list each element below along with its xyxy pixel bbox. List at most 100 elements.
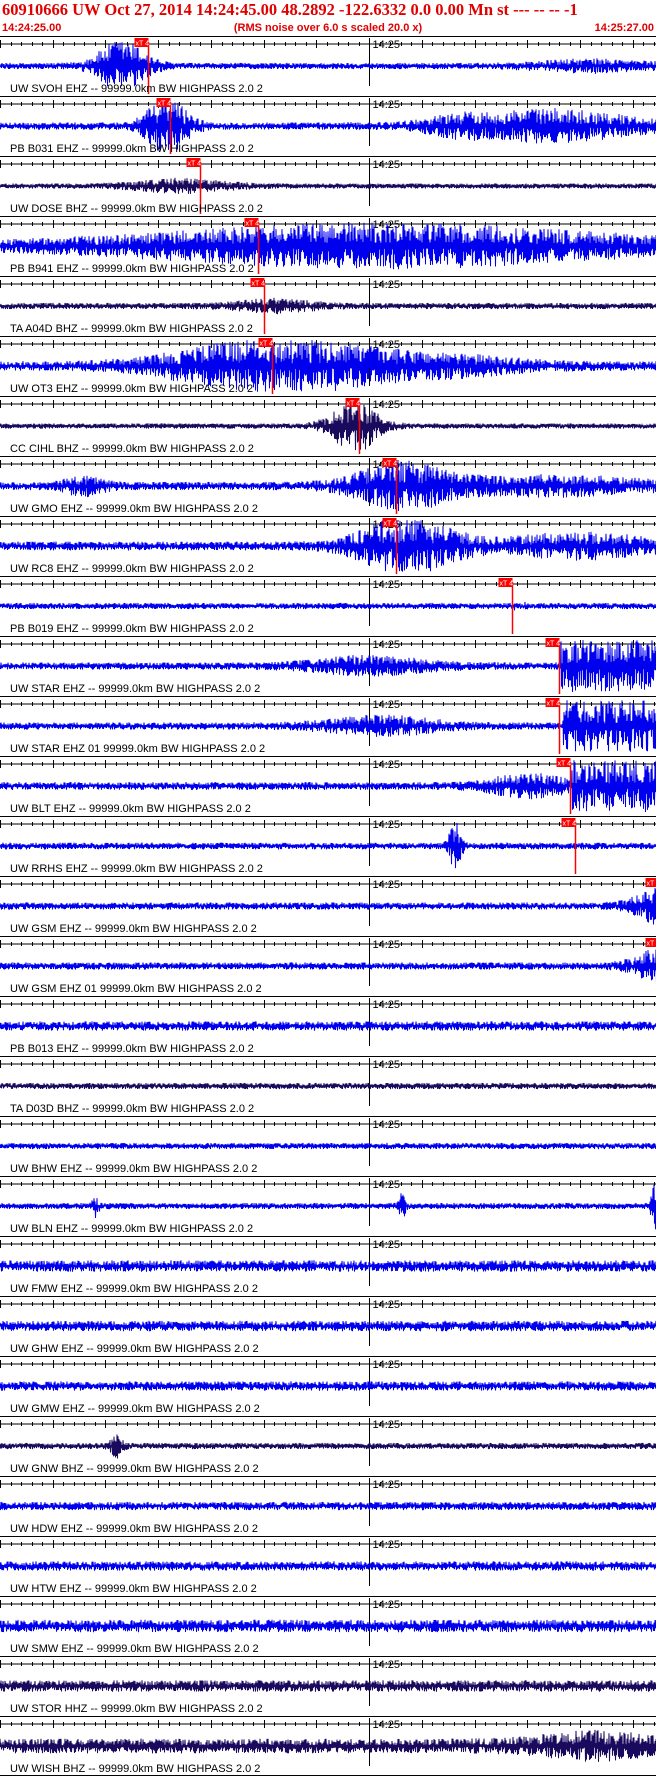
- station-label: UW HTW EHZ -- 99999.0km BW HIGHPASS 2.0 …: [10, 1583, 257, 1595]
- trace-panel: 14:25xT 4UW OT3 EHZ -- 99999.0km BW HIGH…: [0, 336, 656, 395]
- time-tick-label: 14:25: [373, 639, 401, 651]
- rms-noise-note: (RMS noise over 6.0 s scaled 20.0 x): [233, 22, 423, 34]
- station-label: UW GMO EHZ -- 99999.0km BW HIGHPASS 2.0 …: [10, 503, 258, 515]
- trace-panel: 14:25 xT 4 TA A04D BHZ -- 99999.0km BW HIG…: [0, 276, 656, 335]
- station-label: UW SVOH EHZ -- 99999.0km BW HIGHPASS 2.0…: [10, 83, 263, 95]
- station-label: UW GNW BHZ -- 99999.0km BW HIGHPASS 2.0 …: [10, 1463, 259, 1475]
- trace-panel: 14:25 xT 4 UW STAR EHZ -- 99999.0km BW HIG…: [0, 636, 656, 695]
- station-label: TA A04D BHZ -- 99999.0km BW HIGHPASS 2.0…: [10, 323, 253, 335]
- pick-label: xT 4: [384, 461, 398, 468]
- waveform: [0, 297, 656, 315]
- trace-panel: 14:25 UW BLN EHZ -- 99999.0km BW HIGHPASS…: [0, 1176, 656, 1235]
- waveform: [0, 177, 656, 194]
- waveform: [0, 1082, 656, 1090]
- waveform: [0, 1561, 656, 1571]
- trace-panel: 14:25 xT 4 UW SVOH EHZ -- 99999.0km BW HIG…: [0, 36, 656, 95]
- pick-label: xT 4: [547, 701, 561, 708]
- header: 60910666 UW Oct 27, 2014 14:24:45.00 48.…: [0, 0, 656, 36]
- trace-panel: 14:25 UW GMW EHZ -- 99999.0km BW HIGHPASS…: [0, 1356, 656, 1415]
- waveform: [0, 1381, 656, 1391]
- waveform: [0, 1021, 656, 1031]
- station-label: UW HDW EHZ -- 99999.0km BW HIGHPASS 2.0 …: [10, 1523, 258, 1535]
- time-tick-label: 14:25: [373, 699, 401, 711]
- time-tick-label: 14:25: [373, 1719, 401, 1731]
- station-label: PB B013 EHZ -- 99999.0km BW HIGHPASS 2.0…: [10, 1043, 254, 1055]
- pick-label: xT 4: [500, 581, 514, 588]
- pick-label: xT 4: [558, 761, 572, 768]
- station-label: PB B019 EHZ -- 99999.0km BW HIGHPASS 2.0…: [10, 623, 254, 635]
- seismogram-plot: 14:25 xT 4 UW SVOH EHZ -- 99999.0km BW HIG…: [0, 36, 656, 1776]
- trace-panel: 14:25 UW HTW EHZ -- 99999.0km BW HIGHPASS…: [0, 1536, 656, 1595]
- time-tick-label: 14:25: [373, 39, 401, 51]
- end-time-label: 14:25:27.00: [594, 22, 654, 34]
- trace-panel: 14:25 UW HDW EHZ -- 99999.0km BW HIGHPASS…: [0, 1476, 656, 1535]
- time-tick-label: 14:25: [373, 1599, 401, 1611]
- waveform: [0, 1501, 656, 1511]
- trace-panel: 14:25xT 4PB B941 EHZ -- 99999.0km BW HIG…: [0, 216, 656, 275]
- time-tick-label: 14:25: [373, 99, 401, 111]
- time-tick-label: 14:25: [373, 1419, 401, 1431]
- station-label: CC CIHL BHZ -- 99999.0km BW HIGHPASS 2.0…: [10, 443, 254, 455]
- waveform: [0, 1320, 656, 1332]
- pick-label: xT 4: [384, 521, 398, 528]
- time-tick-label: 14:25: [373, 1119, 401, 1131]
- time-tick-label: 14:25: [373, 879, 401, 891]
- station-label: UW DOSE BHZ -- 99999.0km BW HIGHPASS 2.0…: [10, 203, 263, 215]
- trace-panel: 14:25 UW GHW EHZ -- 99999.0km BW HIGHPASS…: [0, 1296, 656, 1355]
- time-tick-label: 14:25: [373, 759, 401, 771]
- time-tick-label: 14:25: [373, 579, 401, 591]
- pick-label: xT 4: [260, 341, 274, 348]
- time-tick-label: 14:25: [373, 1359, 401, 1371]
- time-tick-label: 14:25: [373, 939, 401, 951]
- trace-panel: 14:25 xT 4 UW BLT EHZ -- 99999.0km BW HIGH…: [0, 756, 656, 815]
- pick-label: xT 4: [136, 41, 150, 48]
- time-tick-label: 14:25: [373, 1179, 401, 1191]
- trace-panel: 14:25 PB B013 EHZ -- 99999.0km BW HIGHPAS…: [0, 996, 656, 1055]
- time-tick-label: 14:25: [373, 1659, 401, 1671]
- station-label: PB B031 EHZ -- 99999.0km BW HIGHPASS 2.0…: [10, 143, 254, 155]
- waveform: [0, 949, 656, 985]
- trace-panel: 14:25 UW STOR HHZ -- 99999.0km BW HIGHPAS…: [0, 1656, 656, 1715]
- pick-label: xT 4: [563, 821, 577, 828]
- trace-panel: 14:25 xT 4 PB B031 EHZ -- 99999.0km BW HIG…: [0, 96, 656, 155]
- trace-panel: 14:25 TA D03D BHZ -- 99999.0km BW HIGHPAS…: [0, 1056, 656, 1115]
- station-label: PB B941 EHZ -- 99999.0km BW HIGHPASS 2.0…: [10, 263, 254, 275]
- station-label: UW BHW EHZ -- 99999.0km BW HIGHPASS 2.0 …: [10, 1163, 257, 1175]
- trace-panel: 14:25 UW WISH BHZ -- 99999.0km BW HIGHPAS…: [0, 1716, 656, 1775]
- waveform: [0, 887, 656, 925]
- station-label: UW GHW EHZ -- 99999.0km BW HIGHPASS 2.0 …: [10, 1343, 259, 1355]
- trace-panel: 14:25 xT 4 UW DOSE BHZ -- 99999.0km BW HIG…: [0, 156, 656, 215]
- waveform: [0, 1729, 656, 1762]
- trace-panel: 14:25 xT 4 UW GSM EHZ 01 99999.0km BW HIGH…: [0, 936, 656, 995]
- station-label: UW GSM EHZ 01 99999.0km BW HIGHPASS 2.0 …: [10, 983, 262, 995]
- trace-panel: 14:25 xT 4 UW STAR EHZ 01 99999.0km BW HIG…: [0, 696, 656, 755]
- pick-label: xT 4: [158, 101, 172, 108]
- station-label: UW SMW EHZ -- 99999.0km BW HIGHPASS 2.0 …: [10, 1643, 259, 1655]
- waveform: [0, 601, 656, 611]
- waveform: [0, 822, 656, 869]
- time-tick-label: 14:25: [373, 999, 401, 1011]
- station-label: UW WISH BHZ -- 99999.0km BW HIGHPASS 2.0…: [10, 1763, 260, 1775]
- station-label: UW FMW EHZ -- 99999.0km BW HIGHPASS 2.0 …: [10, 1283, 258, 1295]
- trace-panel: 14:25xT 4UW GMO EHZ -- 99999.0km BW HIGH…: [0, 456, 656, 515]
- station-label: UW OT3 EHZ -- 99999.0km BW HIGHPASS 2.0 …: [10, 383, 253, 395]
- time-tick-label: 14:25: [373, 159, 401, 171]
- waveform: [0, 41, 656, 87]
- waveform: [0, 1680, 656, 1692]
- time-tick-label: 14:25: [373, 1539, 401, 1551]
- station-label: UW STOR HHZ -- 99999.0km BW HIGHPASS 2.0…: [10, 1703, 263, 1715]
- waveform: [0, 1434, 656, 1459]
- time-tick-label: 14:25: [373, 1299, 401, 1311]
- time-tick-label: 14:25: [373, 279, 401, 291]
- waveform: [0, 1619, 656, 1633]
- trace-panel: 14:25 UW SMW EHZ -- 99999.0km BW HIGHPASS…: [0, 1596, 656, 1655]
- station-label: UW GSM EHZ -- 99999.0km BW HIGHPASS 2.0 …: [10, 923, 257, 935]
- trace-panel: 14:25 UW BHW EHZ -- 99999.0km BW HIGHPASS…: [0, 1116, 656, 1175]
- trace-panel: 14:25 xT 4 PB B019 EHZ -- 99999.0km BW HIG…: [0, 576, 656, 635]
- event-title: 60910666 UW Oct 27, 2014 14:24:45.00 48.…: [2, 0, 578, 19]
- trace-panel: 14:25 xT 4 CC CIHL BHZ -- 99999.0km BW HIG…: [0, 396, 656, 455]
- station-label: UW STAR EHZ 01 99999.0km BW HIGHPASS 2.0…: [10, 743, 265, 755]
- pick-label: xT 4: [188, 161, 202, 168]
- station-label: UW BLT EHZ -- 99999.0km BW HIGHPASS 2.0 …: [10, 803, 251, 815]
- pick-label: xT 4: [347, 401, 361, 408]
